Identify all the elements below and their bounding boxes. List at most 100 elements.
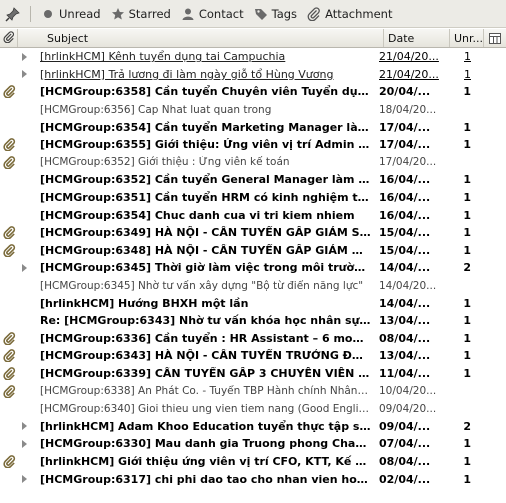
message-subject: [HCMGroup:6354] Cần tuyển Marketing Mana… [40, 120, 375, 134]
message-row[interactable]: [HCMGroup:6340] Gioi thieu ung vien tiem… [0, 400, 506, 418]
message-date: 11/04/... [379, 366, 431, 380]
message-date: 20/04/... [379, 85, 431, 99]
thread-expand-icon[interactable] [22, 70, 27, 79]
message-row[interactable]: [hrlinkHCM] Hướng BHXH một lần 14/04/... 1 [0, 294, 506, 312]
message-date: 15/04/... [379, 226, 431, 240]
message-date: 13/04/... [379, 314, 431, 328]
attachment-icon [0, 349, 18, 363]
message-date: 09/04/... [379, 419, 431, 433]
thread-expand-icon[interactable] [22, 52, 27, 61]
message-row[interactable]: [HCMGroup:6356] Cap Nhat luat quan trong… [0, 101, 506, 119]
thread-expand-icon[interactable] [22, 475, 27, 484]
tags-filter-label: Tags [271, 6, 298, 21]
message-subject: [HCMGroup:6345] Nhờ tư vấn xây dựng "Bộ … [40, 279, 364, 292]
unread-column-header[interactable]: Unr... [450, 29, 484, 47]
attachment-icon [0, 384, 18, 398]
message-row[interactable]: [hrlinkHCM] Kênh tuyển dụng tai Campuchi… [0, 48, 506, 66]
message-row[interactable]: [HCMGroup:6358] Cần tuyển Chuyên viên Tu… [0, 83, 506, 101]
message-subject: [hrlinkHCM] Kênh tuyển dụng tai Campuchi… [40, 50, 286, 64]
message-subject: [HCMGroup:6352] Cần tuyển General Manage… [40, 173, 375, 187]
message-row[interactable]: Re: [HCMGroup:6343] Nhờ tư vấn khóa học … [0, 312, 506, 330]
message-subject: [HCMGroup:6351] Cần tuyển HRM có kinh ng… [40, 191, 375, 205]
message-unread-count: 1 [463, 208, 471, 222]
message-row[interactable]: [HCMGroup:6352] Cần tuyển General Manage… [0, 171, 506, 189]
message-unread-count: 1 [463, 366, 471, 380]
message-subject: [HCMGroup:6358] Cần tuyển Chuyên viên Tu… [40, 85, 375, 99]
column-picker-icon[interactable] [484, 29, 506, 47]
message-date: 10/04/20... [379, 385, 437, 398]
starred-filter-button[interactable]: Starred [107, 3, 177, 25]
message-row[interactable]: [HCMGroup:6317] chi phi dao tao cho nhan… [0, 470, 506, 488]
message-row[interactable]: [HCMGroup:6345] Nhờ tư vấn xây dựng "Bộ … [0, 277, 506, 295]
message-unread-count: 1 [463, 314, 471, 328]
attachment-icon [0, 138, 18, 152]
message-subject: [HCMGroup:6355] Giới thiệu: Ứng viên vị … [40, 138, 375, 152]
attachment-filter-button[interactable]: Attachment [303, 3, 398, 25]
message-row[interactable]: [HCMGroup:6349] HÀ NỘI - CẦN TUYỂN GẤP G… [0, 224, 506, 242]
message-row[interactable]: [HCMGroup:6338] An Phát Co. - Tuyển TBP … [0, 382, 506, 400]
tag-icon [254, 7, 268, 21]
message-subject: [HCMGroup:6339] CẦN TUYỂN GẤP 3 CHUYÊN V… [40, 366, 375, 380]
message-date: 08/04/... [379, 331, 431, 345]
message-row[interactable]: [HCMGroup:6343] HÀ NỘI - CẦN TUYỂN TRƯỞN… [0, 347, 506, 365]
message-subject: [HCMGroup:6340] Gioi thieu ung vien tiem… [40, 402, 375, 415]
message-row[interactable]: [HCMGroup:6351] Cần tuyển HRM có kinh ng… [0, 189, 506, 207]
message-row[interactable]: [HCMGroup:6345] Thời giờ làm việc trong … [0, 259, 506, 277]
starred-filter-label: Starred [128, 6, 171, 21]
attachment-icon [307, 6, 321, 21]
message-row[interactable]: [HCMGroup:6348] HÀ NỘI - CẦN TUYỂN GẤP G… [0, 242, 506, 260]
message-row[interactable]: [HCMGroup:6352] Giới thiệu : Ứng viên kế… [0, 154, 506, 172]
message-row[interactable]: [HCMGroup:6330] Mau danh gia Truong phon… [0, 435, 506, 453]
attachment-icon [0, 331, 18, 345]
message-row[interactable]: [hrlinkHCM] Adam Khoo Education tuyển th… [0, 417, 506, 435]
message-row[interactable]: [HCMGroup:6354] Cần tuyển Marketing Mana… [0, 118, 506, 136]
message-date: 16/04/... [379, 173, 431, 187]
attachment-column-header[interactable] [0, 29, 18, 47]
message-row[interactable]: [HCMGroup:6354] Chuc danh cua vi tri kie… [0, 206, 506, 224]
message-subject: [HCMGroup:6336] Cần tuyển : HR Assistant… [40, 331, 375, 345]
message-date: 17/04/20... [379, 156, 437, 169]
thread-expand-icon[interactable] [22, 422, 27, 431]
unread-filter-button[interactable]: Unread [37, 3, 107, 25]
message-date: 09/04/20... [379, 402, 437, 415]
message-unread-count: 2 [463, 261, 471, 275]
message-date: 14/04/... [379, 296, 431, 310]
attachment-icon [0, 243, 18, 257]
star-icon [111, 7, 125, 21]
message-row[interactable]: [hrlinkHCM] Giới thiệu ứng viên vị trí C… [0, 453, 506, 471]
attachment-filter-label: Attachment [325, 6, 393, 21]
subject-column-header[interactable]: Subject [18, 29, 384, 47]
message-unread-count: 1 [463, 191, 471, 205]
thread-cell [18, 422, 40, 431]
message-row[interactable]: [HCMGroup:6339] CẦN TUYỂN GẤP 3 CHUYÊN V… [0, 365, 506, 383]
message-subject: [HCMGroup:6354] Chuc danh cua vi tri kie… [40, 208, 355, 222]
date-column-header[interactable]: Date [384, 29, 450, 47]
quick-filter-toolbar: Unread Starred Contact Tags Attachment [0, 0, 506, 28]
message-unread-count: 1 [463, 296, 471, 310]
message-unread-count: 1 [463, 331, 471, 345]
thread-cell [18, 439, 40, 448]
message-date: 18/04/20... [379, 103, 437, 116]
message-subject: [HCMGroup:6338] An Phát Co. - Tuyển TBP … [40, 385, 375, 398]
message-subject: [hrlinkHCM] Hướng BHXH một lần [40, 296, 249, 310]
message-list: [hrlinkHCM] Kênh tuyển dụng tai Campuchi… [0, 48, 506, 488]
thread-expand-icon[interactable] [22, 263, 27, 272]
message-row[interactable]: [HCMGroup:6336] Cần tuyển : HR Assistant… [0, 330, 506, 348]
message-date: 17/04/... [379, 120, 431, 134]
message-row[interactable]: [HCMGroup:6355] Giới thiệu: Ứng viên vị … [0, 136, 506, 154]
contact-filter-button[interactable]: Contact [177, 3, 250, 25]
pin-icon[interactable] [0, 0, 26, 28]
message-date: 07/04/... [379, 437, 431, 451]
contact-filter-label: Contact [198, 6, 244, 21]
thread-cell [18, 70, 40, 79]
message-unread-count: 1 [463, 138, 471, 152]
attachment-icon [0, 226, 18, 240]
message-row[interactable]: [hrlinkHCM] Trả lương đi làm ngày giỗ tổ… [0, 66, 506, 84]
message-unread-count: 1 [463, 472, 471, 486]
thread-expand-icon[interactable] [22, 439, 27, 448]
tags-filter-button[interactable]: Tags [250, 3, 303, 25]
message-date: 14/04/20... [379, 279, 437, 292]
message-unread-count: 1 [463, 349, 471, 363]
message-date: 17/04/... [379, 138, 431, 152]
message-unread-count: 1 [463, 120, 471, 134]
